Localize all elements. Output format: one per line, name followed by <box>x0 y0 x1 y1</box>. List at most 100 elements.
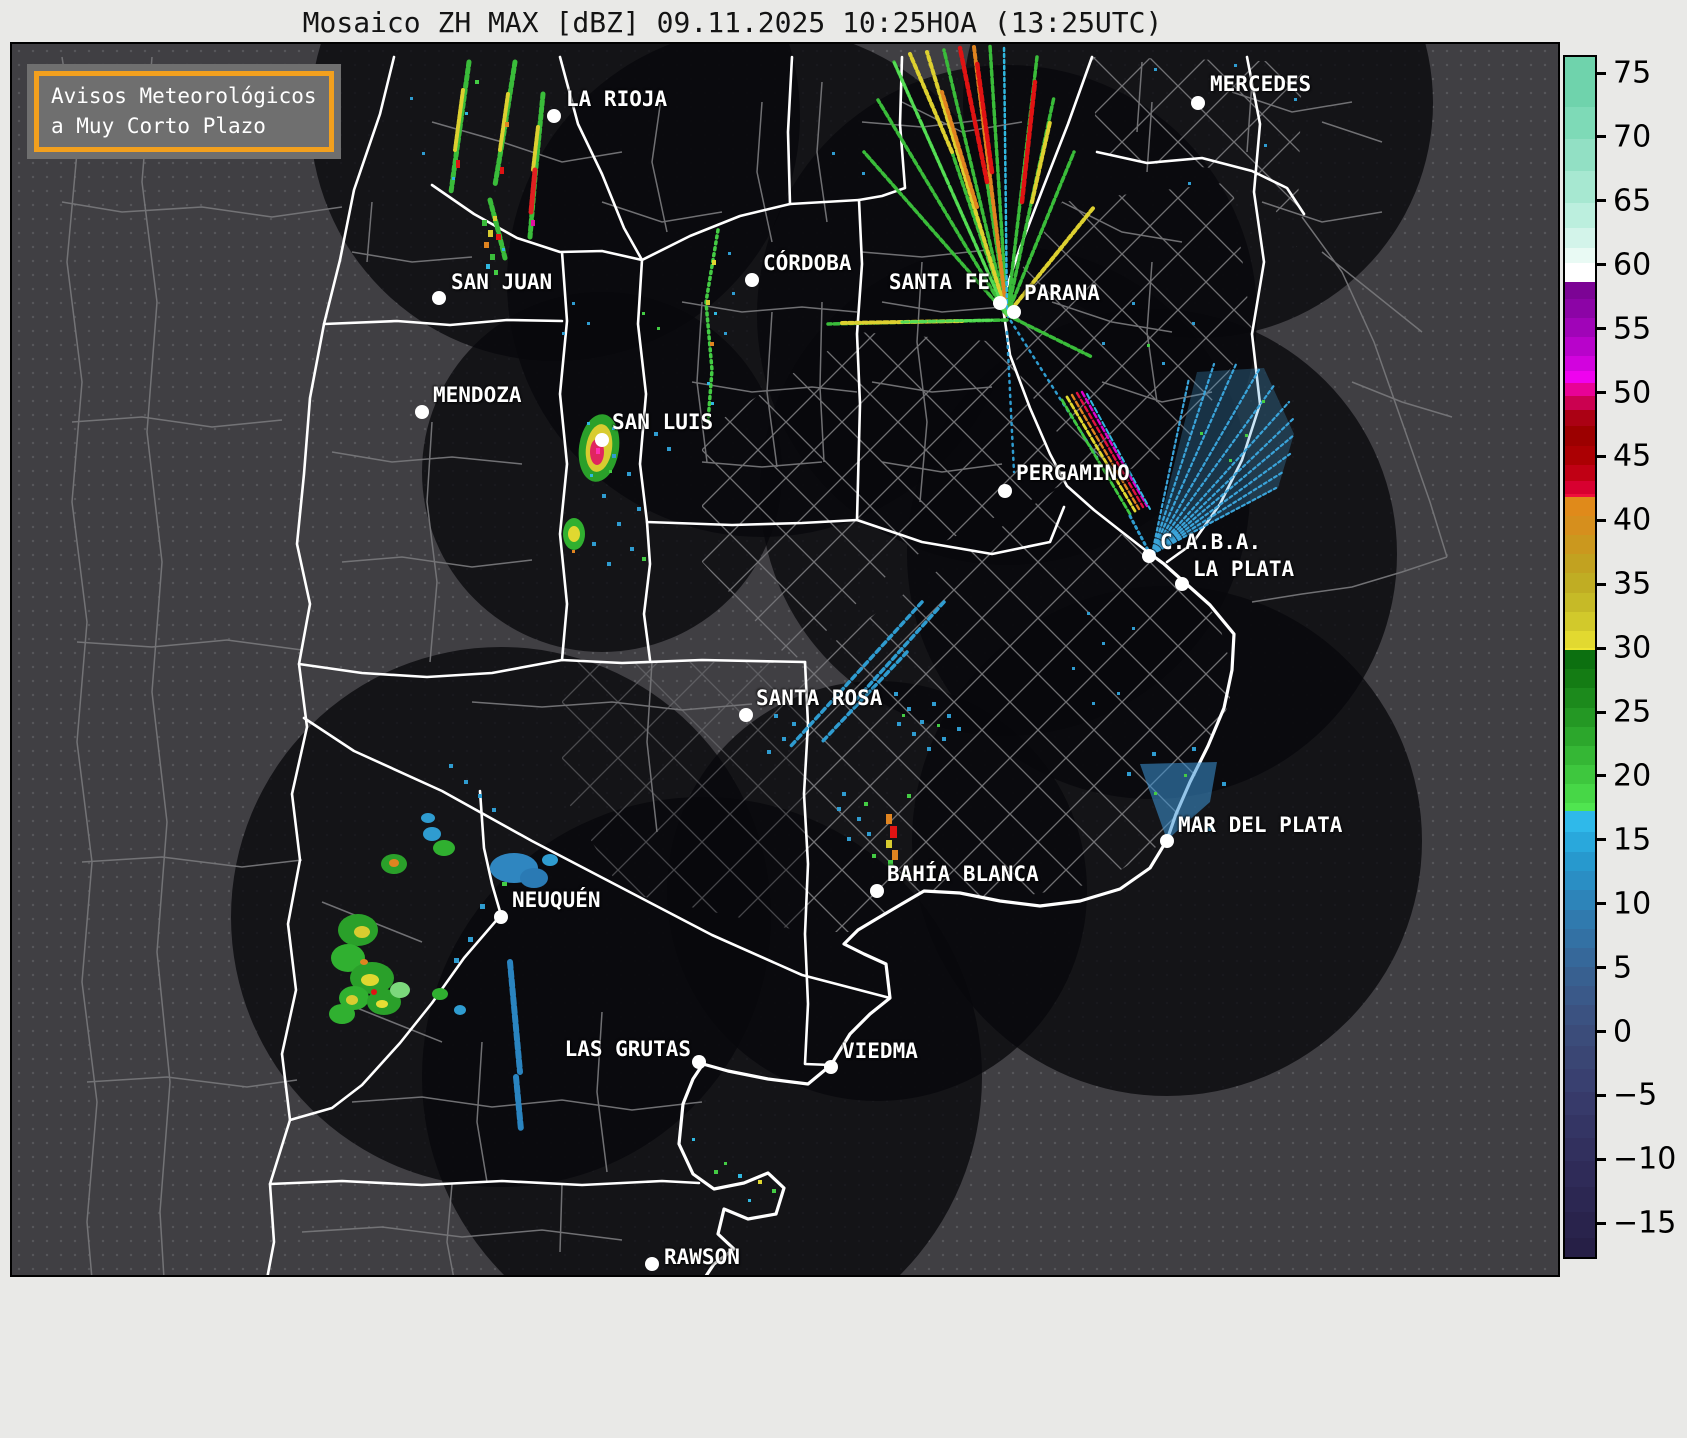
colorbar-segment <box>1565 573 1595 593</box>
city-label: MERCEDES <box>1210 72 1312 96</box>
colorbar-tick-label: 75 <box>1613 55 1652 91</box>
colorbar-tick <box>1595 1030 1606 1033</box>
colorbar-tick-label: 45 <box>1613 438 1652 474</box>
colorbar-segment <box>1565 852 1595 872</box>
city-label: VIEDMA <box>842 1039 918 1063</box>
colorbar-segment <box>1565 630 1595 648</box>
colorbar-segment <box>1565 745 1595 766</box>
city-marker <box>998 484 1012 498</box>
city-marker <box>870 884 884 898</box>
city-marker <box>1175 577 1189 591</box>
colorbar-tick-label: 60 <box>1613 247 1652 283</box>
city-marker <box>692 1055 706 1069</box>
radar-map-svg <box>61 44 1453 1275</box>
colorbar-tick <box>1595 646 1606 650</box>
colorbar-segment <box>1565 986 1595 1006</box>
colorbar-segment <box>1565 726 1595 746</box>
colorbar-tick <box>1595 710 1606 714</box>
city-marker <box>1160 834 1174 848</box>
colorbar-tick <box>1595 1157 1606 1161</box>
colorbar-segment <box>1565 57 1595 107</box>
colorbar-segment <box>1565 1069 1595 1093</box>
colorbar-segment <box>1565 382 1595 396</box>
colorbar-segment <box>1565 784 1595 804</box>
colorbar-tick-label: 65 <box>1613 183 1652 219</box>
colorbar-segment <box>1565 554 1595 574</box>
colorbar-tick <box>1595 1221 1606 1225</box>
warning-line1: Avisos Meteorológicos <box>51 84 317 108</box>
colorbar-segment <box>1565 871 1595 891</box>
warning-line2: a Muy Corto Plazo <box>51 114 266 139</box>
colorbar-segment <box>1565 170 1595 203</box>
city-label: PERGAMINO <box>1016 461 1130 485</box>
colorbar-tick-label: 35 <box>1613 566 1652 602</box>
city-marker <box>1191 96 1205 110</box>
page-title: Mosaico ZH MAX [dBZ] 09.11.2025 10:25HOA… <box>302 6 1163 39</box>
colorbar-tick-label: 15 <box>1613 822 1652 858</box>
city-label: LAS GRUTAS <box>564 1037 691 1061</box>
colorbar-segment <box>1565 928 1595 948</box>
colorbar-tick-label: −5 <box>1613 1077 1658 1113</box>
colorbar-segment <box>1565 765 1595 785</box>
colorbar-tick-label: 5 <box>1613 950 1633 986</box>
colorbar-segment <box>1565 1046 1595 1070</box>
warning-box-frame: Avisos Meteorológicos a Muy Corto Plazo <box>34 71 334 152</box>
colorbar-segment <box>1565 1161 1595 1187</box>
colorbar-tick-label: −10 <box>1613 1141 1677 1177</box>
colorbar-tick <box>1595 71 1606 75</box>
city-marker <box>494 910 508 924</box>
colorbar-segment <box>1565 228 1595 248</box>
city-label: SANTA FE <box>888 270 990 294</box>
colorbar-tick <box>1595 327 1606 331</box>
colorbar-segment <box>1565 909 1595 929</box>
colorbar-segment <box>1565 535 1595 555</box>
colorbar-segment <box>1565 1186 1595 1213</box>
colorbar-segment <box>1565 282 1595 299</box>
colorbar-segment <box>1565 1138 1595 1162</box>
colorbar-tick-label: 20 <box>1613 758 1652 794</box>
city-marker <box>993 296 1007 310</box>
colorbar-segment <box>1565 317 1595 337</box>
colorbar-segment <box>1565 426 1595 446</box>
city-label: SAN JUAN <box>451 270 553 294</box>
city-marker <box>432 291 446 305</box>
colorbar-tick <box>1595 135 1606 139</box>
warning-box[interactable]: Avisos Meteorológicos a Muy Corto Plazo <box>27 64 341 159</box>
city-marker <box>415 405 429 419</box>
city-marker <box>745 273 759 287</box>
colorbar-segment <box>1565 445 1595 465</box>
colorbar-segment <box>1565 947 1595 968</box>
city-label: LA RIOJA <box>566 87 668 111</box>
colorbar-segment <box>1565 1005 1595 1025</box>
colorbar-segment <box>1565 395 1595 410</box>
colorbar-segment <box>1565 247 1595 263</box>
colorbar-segment <box>1565 1115 1595 1139</box>
colorbar-tick <box>1595 774 1606 778</box>
colorbar-tick <box>1595 518 1606 522</box>
colorbar-segment <box>1565 707 1595 727</box>
colorbar-segment <box>1565 1237 1595 1257</box>
colorbar-tick <box>1595 582 1606 586</box>
colorbar-segment <box>1565 611 1595 631</box>
colorbar-tick <box>1595 838 1606 842</box>
colorbar-segment <box>1565 1212 1595 1238</box>
city-label: MENDOZA <box>433 383 522 407</box>
colorbar-segment <box>1565 356 1595 372</box>
colorbar-segment <box>1565 298 1595 318</box>
colorbar-segment <box>1565 106 1595 139</box>
colorbar-tick-label: 25 <box>1613 694 1652 730</box>
city-label: CÓRDOBA <box>763 251 852 275</box>
colorbar-tick <box>1595 454 1606 458</box>
city-label: LA PLATA <box>1193 557 1295 581</box>
city-marker <box>547 109 561 123</box>
colorbar-segment <box>1565 803 1595 812</box>
colorbar-tick <box>1595 1093 1606 1097</box>
city-marker <box>645 1257 659 1271</box>
colorbar-tick <box>1595 966 1606 970</box>
colorbar-segment <box>1565 138 1595 171</box>
colorbar-tick <box>1595 391 1606 394</box>
colorbar-segment <box>1565 592 1595 612</box>
colorbar-tick-label: 55 <box>1613 311 1652 347</box>
city-label: MAR DEL PLATA <box>1178 813 1343 837</box>
colorbar-segment <box>1565 1092 1595 1116</box>
